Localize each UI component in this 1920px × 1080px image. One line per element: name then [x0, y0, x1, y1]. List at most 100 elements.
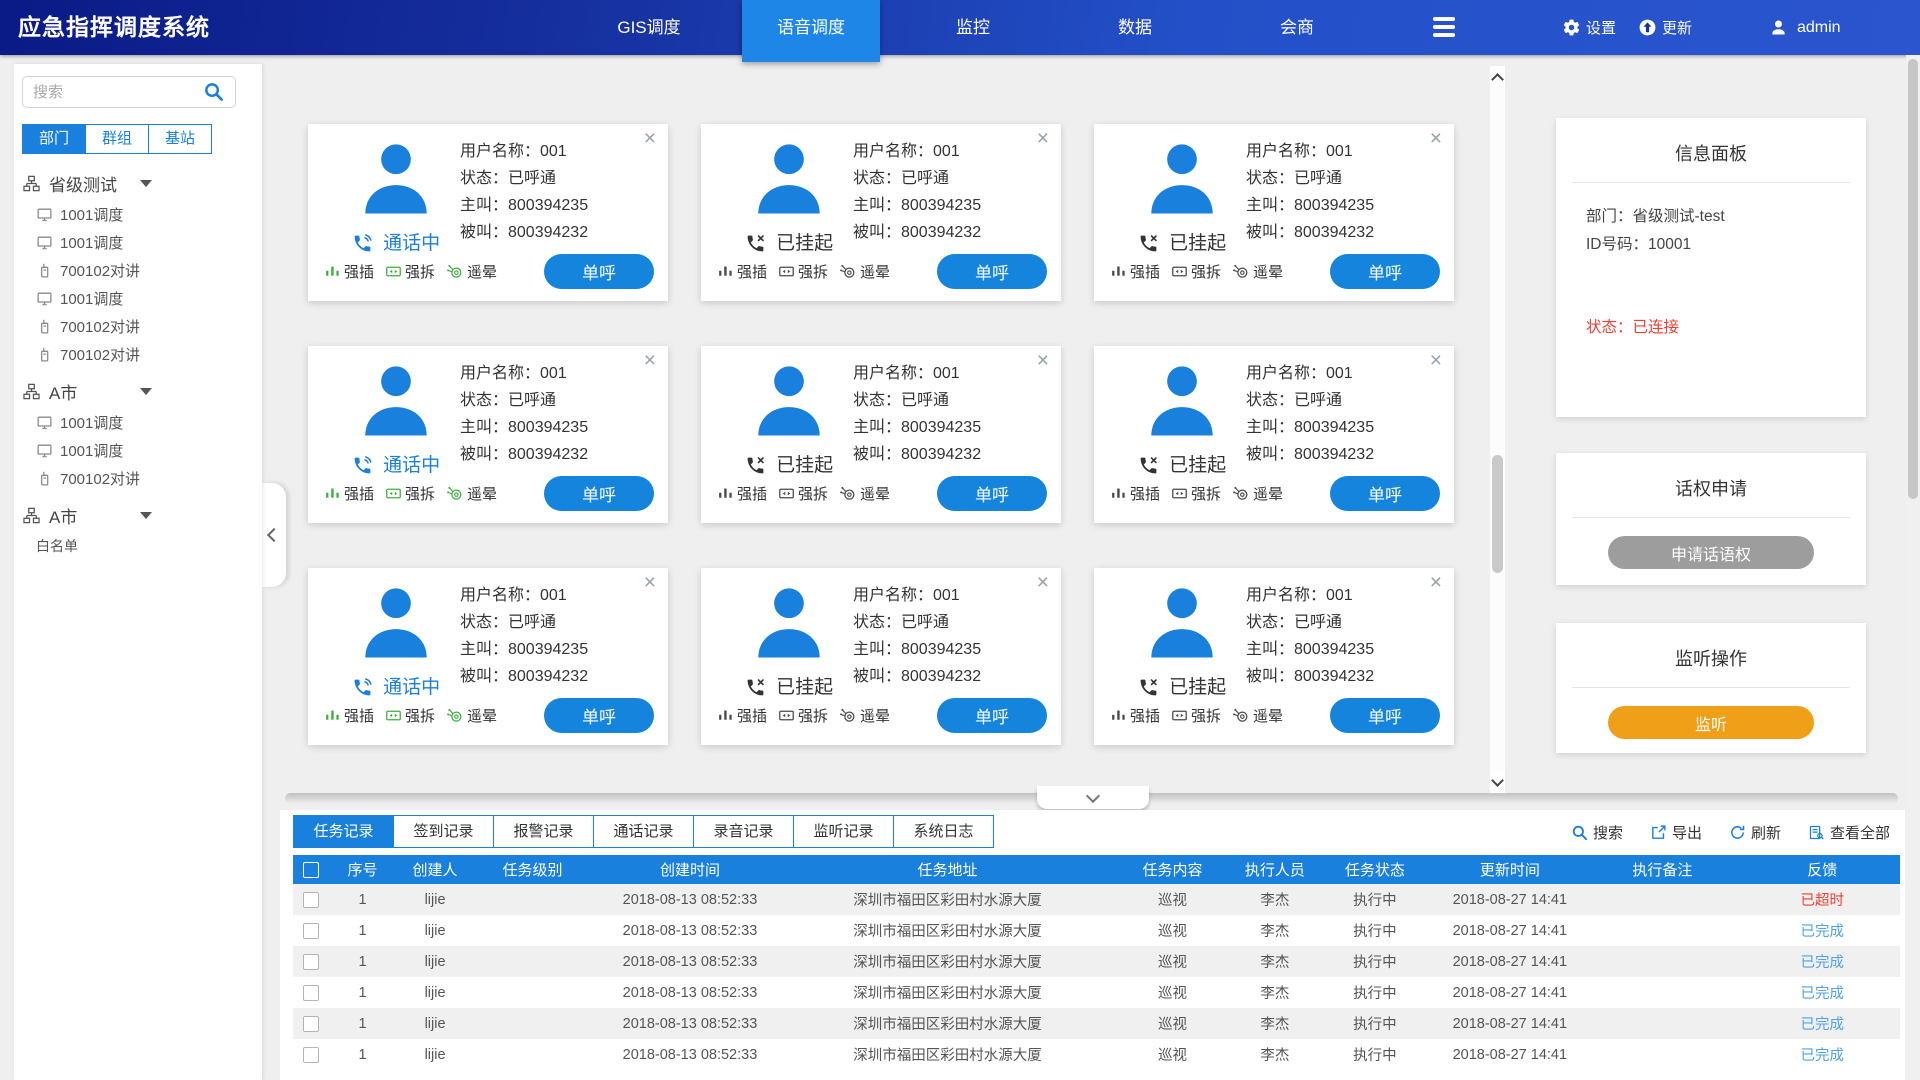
single-call-button[interactable]: 单呼	[544, 254, 654, 289]
user-menu[interactable]: admin	[1768, 0, 1841, 55]
close-icon[interactable]: ×	[1037, 350, 1049, 371]
force-release-button[interactable]: 强拆	[1171, 705, 1221, 726]
row-checkbox[interactable]	[303, 1016, 319, 1032]
close-icon[interactable]: ×	[1430, 350, 1442, 371]
tree-group-header[interactable]: A市	[22, 498, 262, 532]
tree-item[interactable]: 1001调度	[22, 408, 262, 436]
force-insert-button[interactable]: 强插	[717, 261, 767, 282]
remote-stun-button[interactable]: 遥晕	[446, 261, 497, 282]
scrollbar-thumb[interactable]	[1492, 455, 1503, 573]
force-insert-button[interactable]: 强插	[1110, 261, 1160, 282]
records-tab[interactable]: 录音记录	[693, 815, 794, 848]
settings-button[interactable]: 设置	[1562, 17, 1616, 38]
close-icon[interactable]: ×	[644, 128, 656, 149]
row-checkbox[interactable]	[303, 923, 319, 939]
force-insert-button[interactable]: 强插	[324, 483, 374, 504]
remote-stun-button[interactable]: 遥晕	[839, 261, 890, 282]
scroll-up-button[interactable]	[1490, 66, 1505, 88]
table-row[interactable]: 1 lijie 2018-08-13 08:52:33 深圳市福田区彩田村水源大…	[293, 946, 1900, 977]
remote-stun-button[interactable]: 遥晕	[1232, 705, 1283, 726]
remote-stun-button[interactable]: 遥晕	[446, 705, 497, 726]
single-call-button[interactable]: 单呼	[544, 476, 654, 511]
force-release-button[interactable]: 强拆	[385, 261, 435, 282]
tree-item[interactable]: 1001调度	[22, 200, 262, 228]
sidebar-tab[interactable]: 部门	[22, 124, 86, 154]
remote-stun-button[interactable]: 遥晕	[839, 483, 890, 504]
row-checkbox[interactable]	[303, 1047, 319, 1063]
tree-item[interactable]: 1001调度	[22, 436, 262, 464]
nav-item[interactable]: GIS调度	[580, 0, 718, 55]
remote-stun-button[interactable]: 遥晕	[1232, 483, 1283, 504]
search-icon[interactable]	[203, 81, 224, 102]
page-scrollbar[interactable]	[1906, 55, 1920, 1080]
table-search-button[interactable]: 搜索	[1571, 822, 1623, 843]
force-release-button[interactable]: 强拆	[1171, 483, 1221, 504]
monitor-button[interactable]: 监听	[1608, 706, 1814, 739]
sidebar-tab[interactable]: 基站	[148, 124, 212, 154]
row-checkbox[interactable]	[303, 954, 319, 970]
row-checkbox[interactable]	[303, 892, 319, 908]
records-tab[interactable]: 签到记录	[393, 815, 494, 848]
records-tab[interactable]: 通话记录	[593, 815, 694, 848]
close-icon[interactable]: ×	[1430, 128, 1442, 149]
close-icon[interactable]: ×	[1037, 128, 1049, 149]
chevron-down-icon[interactable]	[140, 388, 152, 395]
page-scrollbar-thumb[interactable]	[1908, 59, 1918, 499]
nav-item[interactable]: 语音调度	[742, 0, 880, 62]
table-row[interactable]: 1 lijie 2018-08-13 08:52:33 深圳市福田区彩田村水源大…	[293, 915, 1900, 946]
close-icon[interactable]: ×	[1430, 572, 1442, 593]
single-call-button[interactable]: 单呼	[544, 698, 654, 733]
apply-talk-right-button[interactable]: 申请话语权	[1608, 536, 1814, 569]
nav-item[interactable]: 监控	[904, 0, 1042, 55]
single-call-button[interactable]: 单呼	[1330, 254, 1440, 289]
select-all-checkbox[interactable]	[303, 862, 319, 878]
tree-item[interactable]: 1001调度	[22, 284, 262, 312]
table-row[interactable]: 1 lijie 2018-08-13 08:52:33 深圳市福田区彩田村水源大…	[293, 1039, 1900, 1070]
sidebar-tab[interactable]: 群组	[85, 124, 149, 154]
tree-item[interactable]: 700102对讲	[22, 464, 262, 492]
table-row[interactable]: 1 lijie 2018-08-13 08:52:33 深圳市福田区彩田村水源大…	[293, 884, 1900, 915]
close-icon[interactable]: ×	[644, 350, 656, 371]
force-insert-button[interactable]: 强插	[717, 483, 767, 504]
tree-group-header[interactable]: 省级测试	[22, 166, 262, 200]
force-insert-button[interactable]: 强插	[1110, 705, 1160, 726]
chevron-down-icon[interactable]	[140, 512, 152, 519]
scroll-down-button[interactable]	[1490, 771, 1505, 793]
tree-item[interactable]: 白名单	[22, 532, 262, 560]
force-release-button[interactable]: 强拆	[385, 705, 435, 726]
single-call-button[interactable]: 单呼	[1330, 476, 1440, 511]
tree-item[interactable]: 700102对讲	[22, 340, 262, 368]
single-call-button[interactable]: 单呼	[937, 476, 1047, 511]
refresh-button[interactable]: 刷新	[1729, 822, 1781, 843]
expand-bottom-handle[interactable]	[1037, 786, 1149, 809]
records-tab[interactable]: 监听记录	[793, 815, 894, 848]
tree-item[interactable]: 700102对讲	[22, 256, 262, 284]
force-release-button[interactable]: 强拆	[778, 261, 828, 282]
tree-item[interactable]: 700102对讲	[22, 312, 262, 340]
remote-stun-button[interactable]: 遥晕	[839, 705, 890, 726]
force-insert-button[interactable]: 强插	[324, 705, 374, 726]
records-tab[interactable]: 报警记录	[493, 815, 594, 848]
single-call-button[interactable]: 单呼	[937, 698, 1047, 733]
remote-stun-button[interactable]: 遥晕	[1232, 261, 1283, 282]
menu-icon[interactable]	[1433, 17, 1457, 41]
chevron-down-icon[interactable]	[140, 180, 152, 187]
force-insert-button[interactable]: 强插	[1110, 483, 1160, 504]
close-icon[interactable]: ×	[1037, 572, 1049, 593]
close-icon[interactable]: ×	[644, 572, 656, 593]
table-row[interactable]: 1 lijie 2018-08-13 08:52:33 深圳市福田区彩田村水源大…	[293, 977, 1900, 1008]
sidebar-collapse-handle[interactable]	[262, 483, 286, 587]
table-row[interactable]: 1 lijie 2018-08-13 08:52:33 深圳市福田区彩田村水源大…	[293, 1008, 1900, 1039]
single-call-button[interactable]: 单呼	[1330, 698, 1440, 733]
nav-item[interactable]: 数据	[1066, 0, 1204, 55]
force-insert-button[interactable]: 强插	[717, 705, 767, 726]
records-tab[interactable]: 系统日志	[893, 815, 994, 848]
tree-item[interactable]: 1001调度	[22, 228, 262, 256]
single-call-button[interactable]: 单呼	[937, 254, 1047, 289]
tree-group-header[interactable]: A市	[22, 374, 262, 408]
export-button[interactable]: 导出	[1650, 822, 1702, 843]
nav-item[interactable]: 会商	[1228, 0, 1366, 55]
update-button[interactable]: 更新	[1638, 17, 1692, 38]
force-release-button[interactable]: 强拆	[385, 483, 435, 504]
force-insert-button[interactable]: 强插	[324, 261, 374, 282]
